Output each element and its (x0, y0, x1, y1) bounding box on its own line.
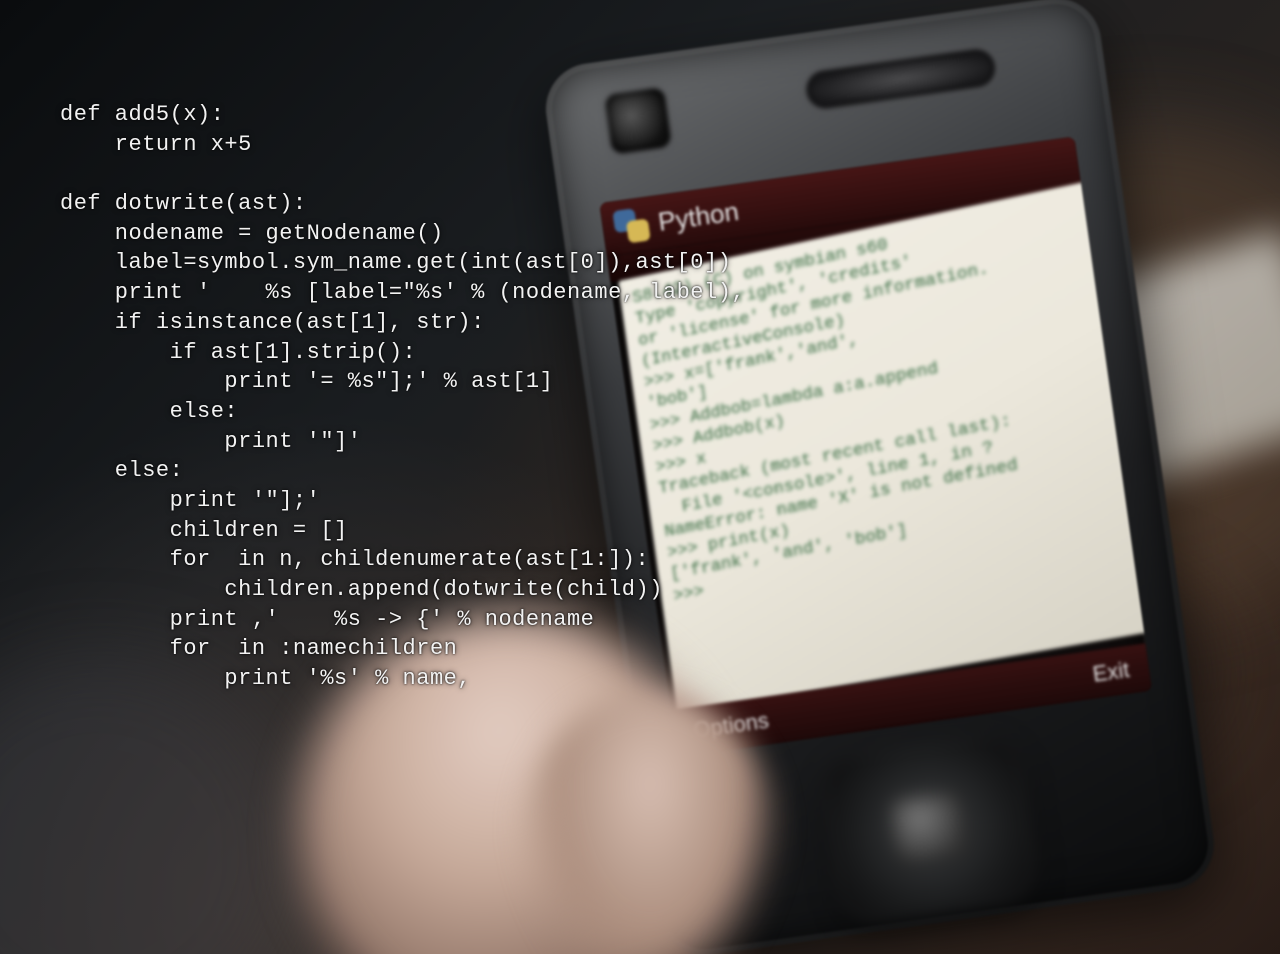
dpad[interactable] (818, 730, 1040, 926)
app-title: Python (656, 195, 740, 237)
softkey-right[interactable]: Exit (1091, 657, 1131, 688)
python-logo-icon (612, 207, 650, 245)
scene: Python ▾◢ Abc 0 S8.42) (C) on symbian s6… (0, 0, 1280, 954)
phone-screen: Python ▾◢ Abc 0 S8.42) (C) on symbian s6… (599, 136, 1152, 757)
phone-camera (604, 87, 672, 155)
background-blur (0, 654, 300, 954)
